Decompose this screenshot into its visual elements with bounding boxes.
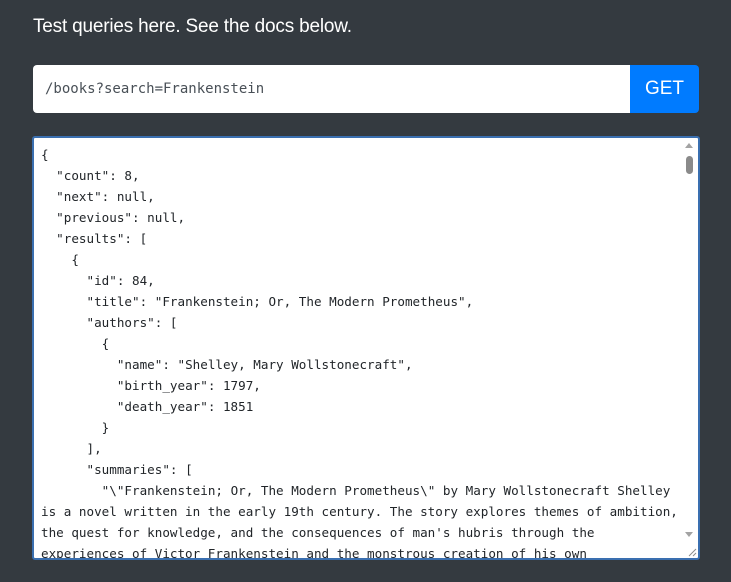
response-json-text: { "count": 8, "next": null, "previous": …: [41, 147, 678, 560]
vertical-scrollbar[interactable]: [682, 139, 697, 557]
scroll-thumb[interactable]: [686, 156, 693, 174]
resize-grip-icon[interactable]: [686, 546, 697, 557]
intro-text: Test queries here. See the docs below.: [33, 16, 352, 37]
get-button[interactable]: GET: [630, 65, 699, 113]
query-input[interactable]: [33, 65, 630, 113]
query-form: GET: [33, 65, 699, 113]
response-output[interactable]: { "count": 8, "next": null, "previous": …: [32, 136, 700, 560]
scroll-up-arrow-icon[interactable]: [685, 143, 693, 148]
scroll-down-arrow-icon[interactable]: [685, 532, 693, 537]
